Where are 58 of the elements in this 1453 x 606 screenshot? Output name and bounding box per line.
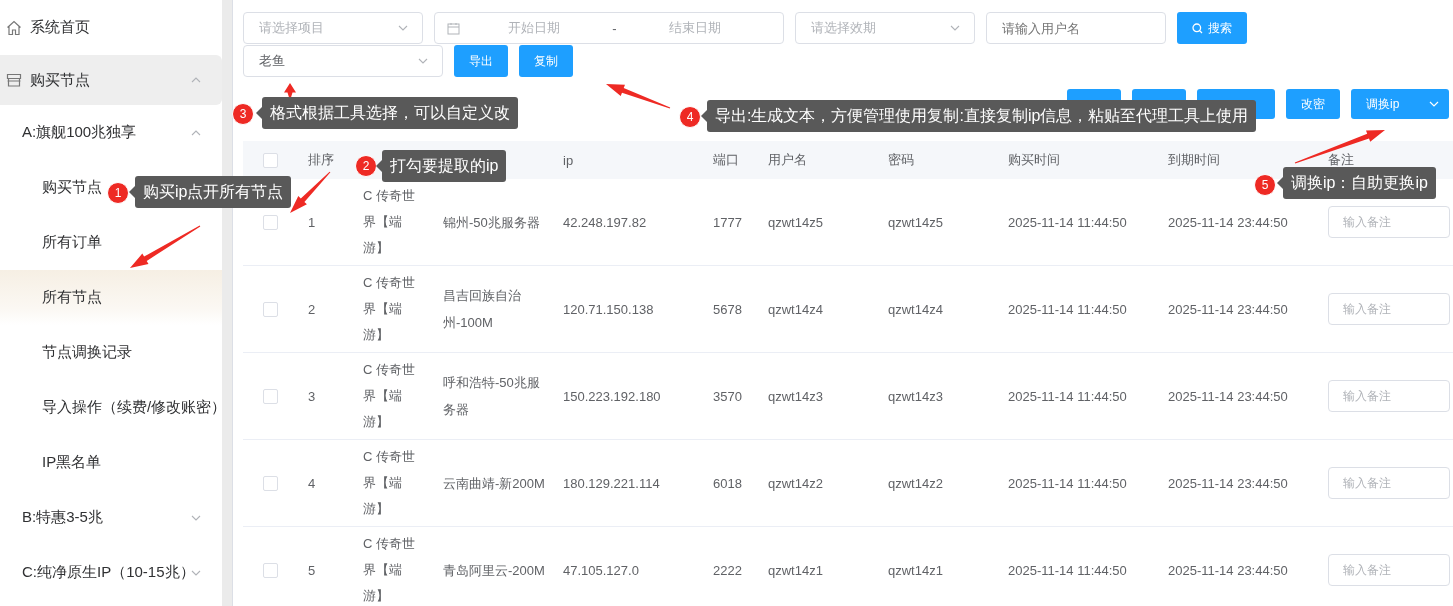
column-header: 排序 [308, 152, 334, 167]
table-cell: qzwt14z3 [888, 388, 943, 404]
annotation-tooltip: 格式根据工具选择，可以自定义改 [256, 97, 518, 129]
table-cell-text: 云南曲靖-新200M [443, 474, 546, 493]
table-cell-text: C 传奇世界【端游】 [363, 361, 416, 431]
column-header: 用户名 [768, 152, 807, 167]
table-cell: qzwt14z5 [888, 214, 943, 230]
table-cell-text: C 传奇世界【端游】 [363, 535, 416, 605]
table-cell-text: 昌吉回族自治州-100M [443, 287, 522, 332]
table-cell-text: C 传奇世界【端游】 [363, 187, 416, 257]
table-cell: 2025-11-14 11:44:50 [1008, 301, 1127, 317]
table-cell-text: C 传奇世界【端游】 [363, 274, 416, 344]
table-cell: 2025-11-14 11:44:50 [1008, 562, 1127, 578]
table-cell: 120.71.150.138 [563, 301, 654, 317]
table-cell-text: 呼和浩特-50兆服务器 [443, 374, 541, 419]
annotation-tooltip: 打勾要提取的ip [376, 150, 507, 182]
column-header: 购买时间 [1008, 152, 1060, 167]
table-cell: 150.223.192.180 [563, 388, 661, 404]
table-cell-text: 锦州-50兆服务器 [443, 213, 541, 232]
table-cell: 47.105.127.0 [563, 562, 639, 578]
table-cell: qzwt14z1 [888, 562, 943, 578]
column-header: ip [563, 152, 574, 168]
table-cell: qzwt14z3 [768, 388, 823, 404]
table-cell: 6018 [713, 475, 742, 491]
table-cell: 2 [308, 301, 316, 317]
table-cell: 3570 [713, 388, 742, 404]
annotation-tooltip: 购买ip点开所有节点 [129, 176, 292, 208]
column-header: 到期时间 [1168, 152, 1220, 167]
table-cell: qzwt14z5 [768, 214, 823, 230]
table-cell: qzwt14z4 [768, 301, 823, 317]
table-cell: 2025-11-14 23:44:50 [1168, 214, 1288, 230]
column-header: 密码 [888, 152, 914, 167]
column-header: 备注 [1328, 152, 1354, 167]
table-cell: 2025-11-14 11:44:50 [1008, 388, 1127, 404]
table-cell: 2025-11-14 23:44:50 [1168, 388, 1288, 404]
table-cell: qzwt14z2 [888, 475, 943, 491]
table-cell: 3 [308, 388, 316, 404]
table-cell: qzwt14z4 [888, 301, 943, 317]
table-cell: 1 [308, 214, 316, 230]
table-cell-text: C 传奇世界【端游】 [363, 448, 416, 518]
annotation-tooltip: 导出:生成文本，方便管理使用复制:直接复制ip信息，粘贴至代理工具上使用 [701, 100, 1257, 132]
table-cell-text: 青岛阿里云-200M [443, 561, 546, 580]
table-cell: 2025-11-14 23:44:50 [1168, 562, 1288, 578]
table-cell: 2222 [713, 562, 742, 578]
table-cell: 2025-11-14 23:44:50 [1168, 475, 1288, 491]
table-cell: qzwt14z1 [768, 562, 823, 578]
table-cell: qzwt14z2 [768, 475, 823, 491]
table-cell: 5 [308, 562, 316, 578]
annotation-tooltip: 调换ip：自助更换ip [1277, 167, 1436, 199]
table-cell: 2025-11-14 11:44:50 [1008, 214, 1127, 230]
table-cell: 2025-11-14 11:44:50 [1008, 475, 1127, 491]
table-cell: 4 [308, 475, 316, 491]
table-cell: 2025-11-14 23:44:50 [1168, 301, 1288, 317]
table-cell: 180.129.221.114 [563, 475, 660, 491]
column-header: 端口 [713, 152, 739, 167]
table-cell: 42.248.197.82 [563, 214, 647, 230]
table-cell: 5678 [713, 301, 742, 317]
table-cell: 1777 [713, 214, 742, 230]
